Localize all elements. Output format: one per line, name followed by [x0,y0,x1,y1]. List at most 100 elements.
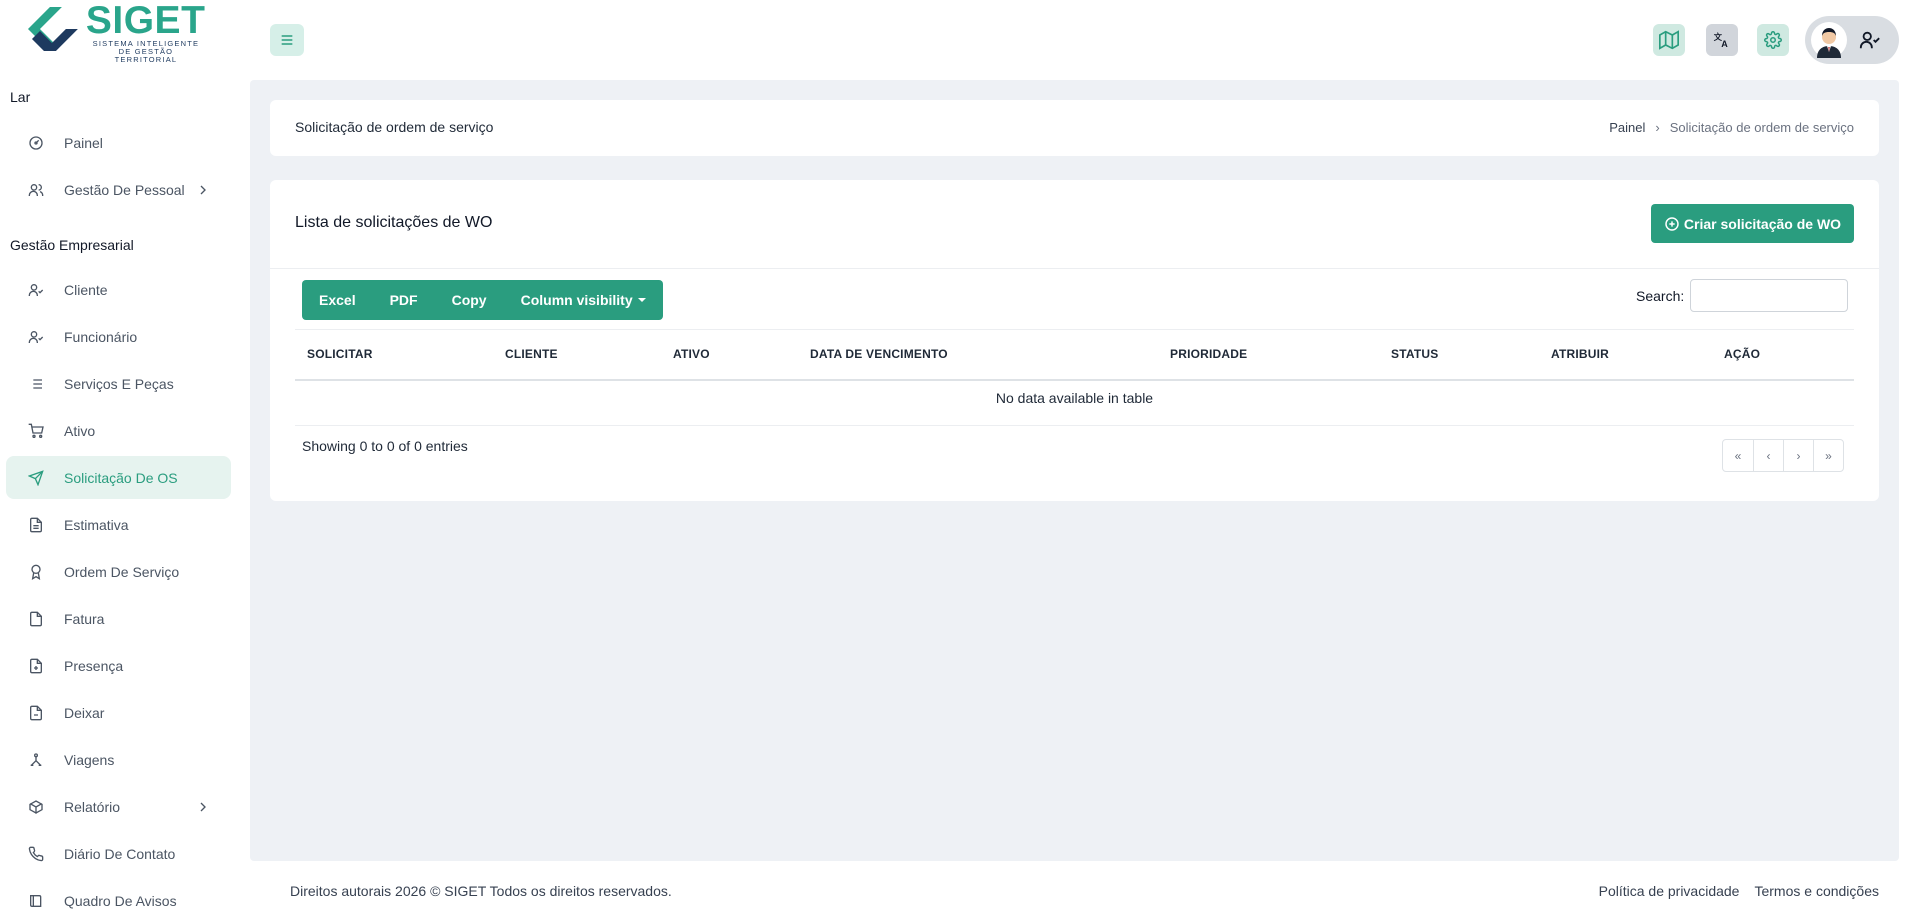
sidebar-item-diario-contato[interactable]: Diário De Contato [6,832,231,875]
translate-button[interactable]: 文 A [1706,24,1738,56]
breadcrumb-card: Solicitação de ordem de serviço Painel ›… [270,100,1879,156]
column-header-cliente[interactable]: CLIENTE [505,347,558,361]
sidebar: SIGET SISTEMA INTELIGENTE DE GESTÃO TERR… [0,0,240,915]
file-icon [26,609,46,629]
first-page-button[interactable]: « [1723,440,1753,471]
sidebar-item-estimativa[interactable]: Estimativa [6,503,231,546]
sidebar-item-label: Funcionário [64,328,138,345]
pdf-button[interactable]: PDF [373,292,435,308]
last-page-button[interactable]: » [1813,440,1843,471]
travel-icon [26,750,46,770]
footer-copyright: Direitos autorais 2026 © SIGET Todos os … [290,883,672,899]
book-icon [26,891,46,911]
translate-icon: 文 A [1714,32,1729,49]
table-header: SOLICITAR CLIENTE ATIVO DATA DE VENCIMEN… [295,330,1854,380]
svg-text:A: A [1721,39,1728,49]
breadcrumb-current: Solicitação de ordem de serviço [1669,120,1854,135]
privacy-policy-link[interactable]: Política de privacidade [1599,883,1740,899]
page-title: Solicitação de ordem de serviço [295,119,494,135]
column-header-ativo[interactable]: ATIVO [673,347,710,361]
sidebar-item-label: Painel [64,134,103,151]
sidebar-item-ordem-servico[interactable]: Ordem De Serviço [6,550,231,593]
sidebar-item-label: Gestão De Pessoal [64,181,185,198]
sidebar-item-label: Presença [64,657,124,674]
column-header-solicitar[interactable]: SOLICITAR [307,347,373,361]
sidebar-item-gestao-pessoal[interactable]: Gestão De Pessoal [6,168,231,211]
excel-button[interactable]: Excel [302,292,373,308]
sidebar-item-relatorio[interactable]: Relatório [6,785,231,828]
send-icon [26,468,46,488]
section-title-home: Lar [10,89,31,105]
sidebar-item-label: Fatura [64,610,105,627]
sidebar-item-quadro-avisos[interactable]: Quadro De Avisos [6,879,231,915]
copy-button[interactable]: Copy [435,292,504,308]
file-plus-icon [26,656,46,676]
sidebar-item-label: Diário De Contato [64,845,176,862]
chevron-right-icon [200,802,206,812]
file-minus-icon [26,703,46,723]
sidebar-item-presenca[interactable]: Presença [6,644,231,687]
list-title: Lista de solicitações de WO [295,214,493,231]
column-header-data-vencimento[interactable]: DATA DE VENCIMENTO [810,347,948,361]
sidebar-item-label: Relatório [64,798,121,815]
sidebar-item-label: Cliente [64,281,108,298]
sidebar-item-servicos-pecas[interactable]: Serviços E Peças [6,362,231,405]
sidebar-item-label: Quadro De Avisos [64,892,177,909]
table-empty-message: No data available in table [995,390,1154,406]
create-wo-request-label: Criar solicitação de WO [1683,215,1842,232]
sidebar-item-label: Solicitação De OS [64,469,178,486]
award-icon [26,562,46,582]
search-label: Search: [1636,288,1685,304]
sidebar-item-label: Ordem De Serviço [64,563,180,580]
brand-tagline-2: DE GESTÃO TERRITORIAL [114,47,178,64]
column-header-status[interactable]: STATUS [1391,347,1438,361]
sidebar-item-label: Viagens [64,751,115,768]
menu-toggle-button[interactable] [270,24,304,56]
breadcrumb-home-link[interactable]: Painel [1609,120,1645,135]
sidebar-item-ativo[interactable]: Ativo [6,409,231,452]
next-page-button[interactable]: › [1783,440,1813,471]
box-icon [26,797,46,817]
sidebar-item-fatura[interactable]: Fatura [6,597,231,640]
column-header-acao[interactable]: AÇÃO [1724,347,1760,361]
users-icon [26,180,46,200]
section-title-business: Gestão Empresarial [10,237,134,253]
divider [270,268,1879,269]
plus-circle-icon [1665,216,1679,231]
sidebar-item-deixar[interactable]: Deixar [6,691,231,734]
brand-logo[interactable]: SIGET SISTEMA INTELIGENTE DE GESTÃO TERR… [26,1,206,64]
terms-link[interactable]: Termos e condições [1754,883,1879,899]
sidebar-item-funcionario[interactable]: Funcionário [6,315,231,358]
sidebar-item-label: Ativo [64,422,96,439]
previous-page-button[interactable]: ‹ [1753,440,1783,471]
column-visibility-button[interactable]: Column visibility [504,292,663,308]
footer-links: Política de privacidade Termos e condiçõ… [1599,883,1879,899]
user-menu-button[interactable] [1805,16,1899,64]
list-icon [26,374,46,394]
phone-icon [26,844,46,864]
gear-icon [1764,31,1782,49]
search-input[interactable] [1690,279,1848,312]
column-header-atribuir[interactable]: ATRIBUIR [1551,347,1609,361]
sidebar-item-label: Deixar [64,704,105,721]
settings-button[interactable] [1757,24,1789,56]
sidebar-item-cliente[interactable]: Cliente [6,268,231,311]
create-wo-request-button[interactable]: Criar solicitação de WO [1651,204,1854,243]
sidebar-item-viagens[interactable]: Viagens [6,738,231,781]
avatar [1811,22,1847,58]
export-button-group: Excel PDF Copy Column visibility [302,280,663,320]
column-header-prioridade[interactable]: PRIORIDADE [1170,347,1247,361]
sidebar-item-label: Serviços E Peças [64,375,174,392]
user-check-icon [1859,31,1880,49]
user-check-icon [26,280,46,300]
caret-down-icon [637,298,646,302]
breadcrumb: Painel › Solicitação de ordem de serviço [1609,120,1854,135]
hamburger-icon [281,35,293,45]
map-button[interactable] [1653,24,1685,56]
wo-request-list-card: Lista de solicitações de WO Criar solici… [270,180,1879,501]
sidebar-item-solicitacao-os[interactable]: Solicitação De OS [6,456,231,499]
siget-logo-icon [27,7,78,51]
sidebar-item-painel[interactable]: Painel [6,121,231,164]
divider [295,425,1854,426]
sidebar-item-label: Estimativa [64,516,129,533]
